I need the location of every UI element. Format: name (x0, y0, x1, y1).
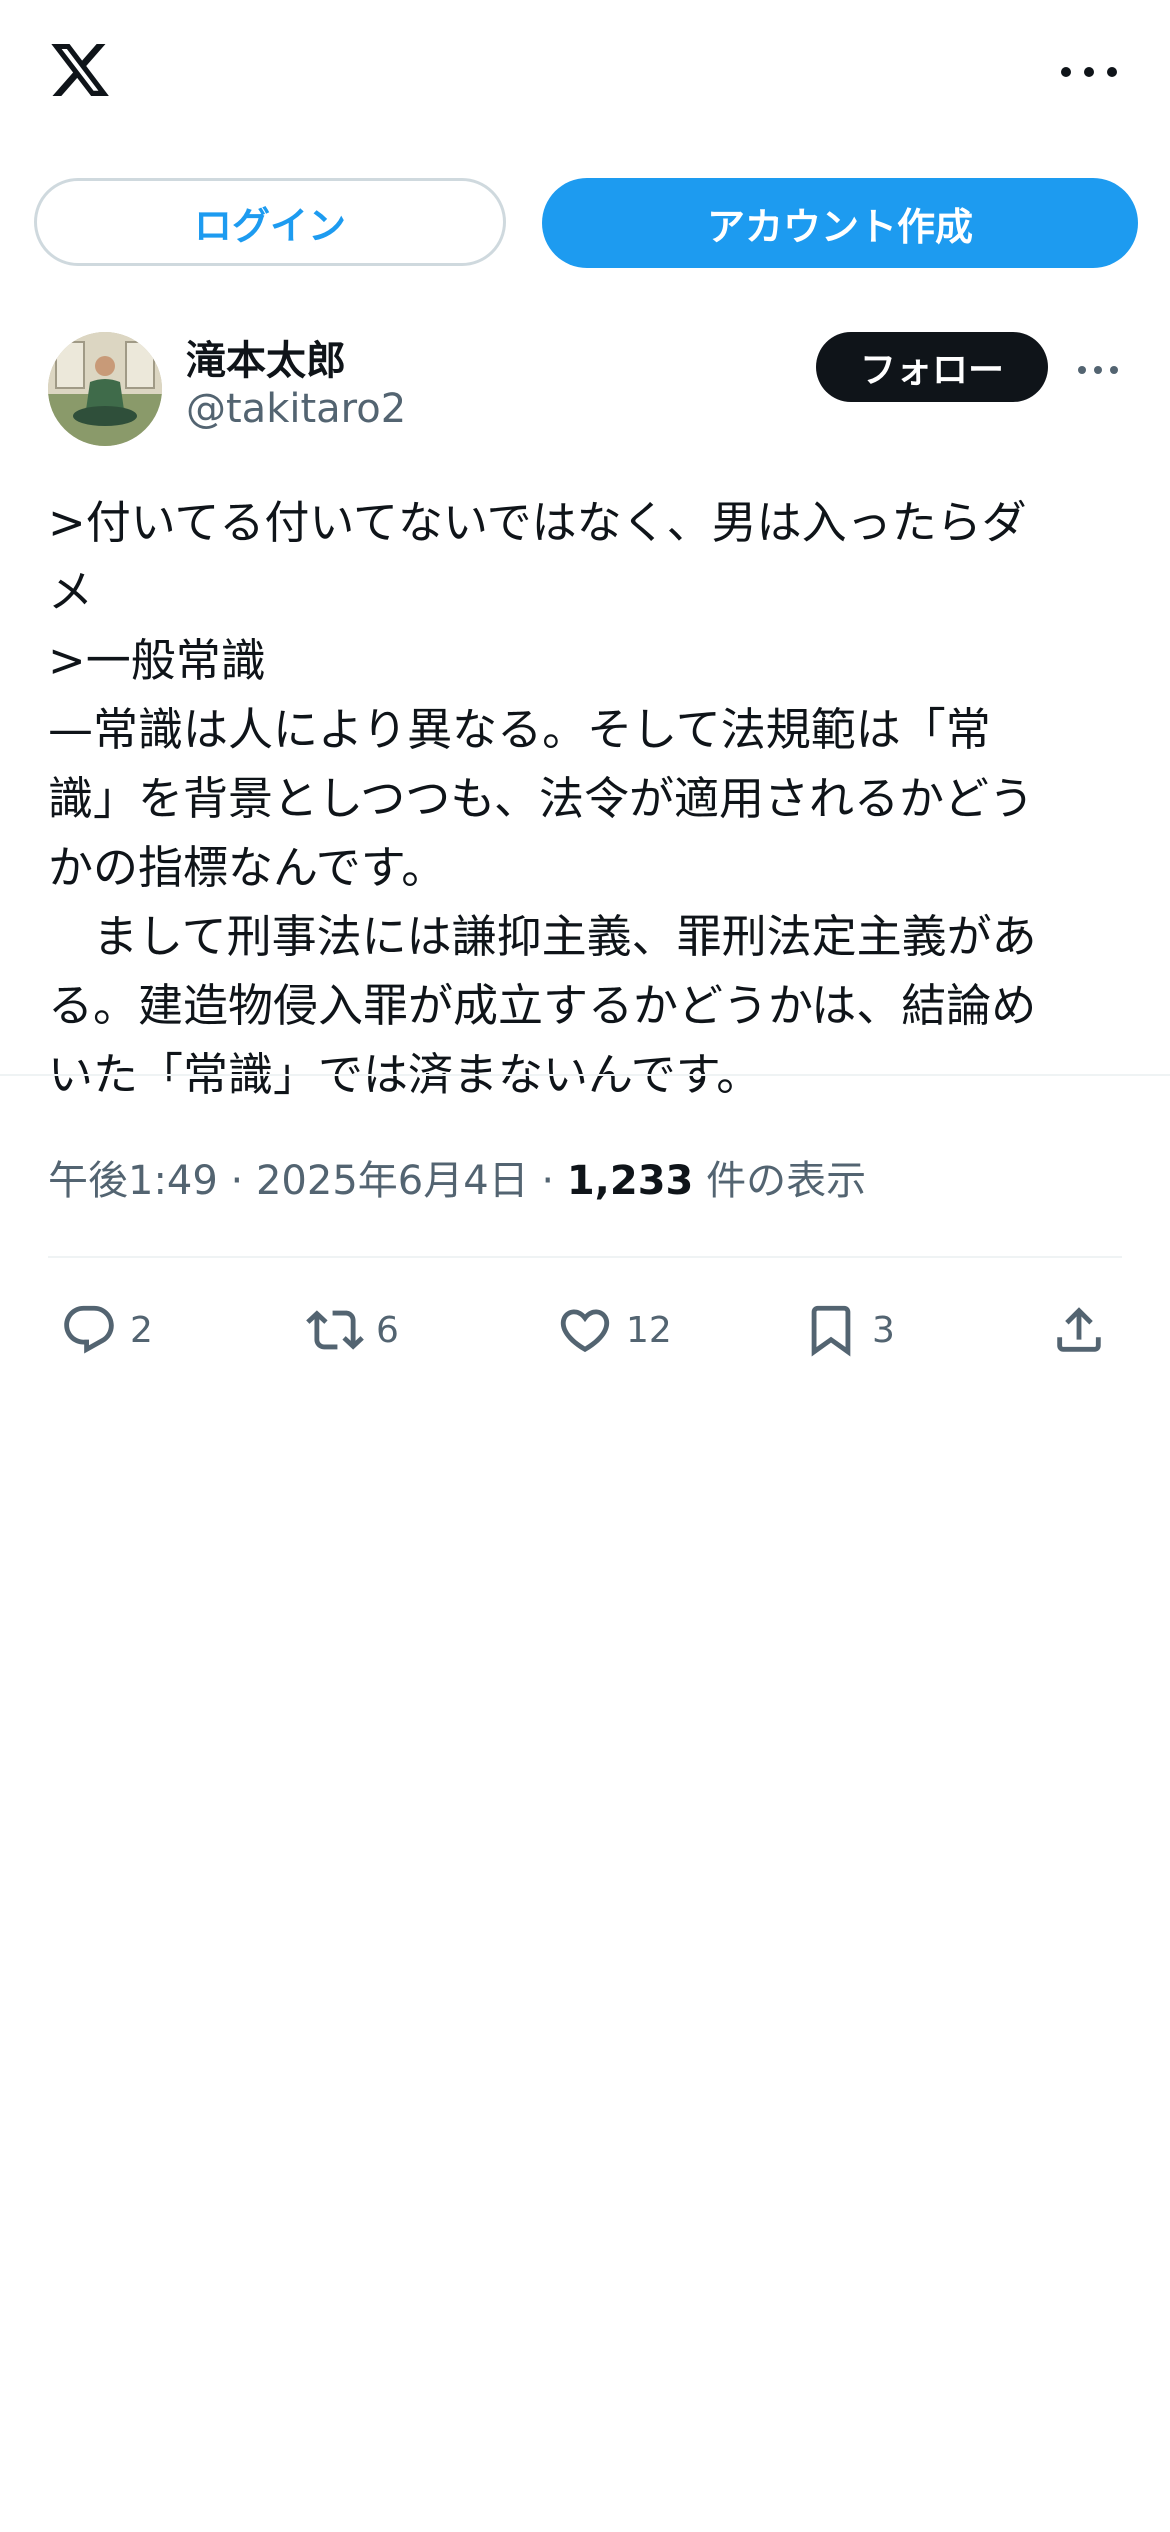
views-label: 件の表示 (706, 1158, 867, 1204)
meta-separator: · (230, 1158, 244, 1204)
divider (0, 1074, 1170, 1076)
like-button[interactable]: 12 (556, 1290, 672, 1370)
author-handle[interactable]: @takitaro2 (186, 386, 406, 432)
follow-button[interactable]: フォロー (816, 332, 1048, 402)
create-account-button[interactable]: アカウント作成 (542, 178, 1138, 268)
login-button[interactable]: ログイン (34, 178, 506, 266)
reply-count: 2 (130, 1309, 153, 1351)
divider (48, 1256, 1122, 1258)
reply-icon (64, 1305, 114, 1354)
avatar-photo (48, 332, 162, 446)
bookmark-icon (811, 1305, 851, 1357)
repost-count: 6 (376, 1309, 399, 1351)
repost-button[interactable]: 6 (306, 1290, 399, 1370)
reply-button[interactable]: 2 (60, 1290, 153, 1370)
bookmark-count: 3 (872, 1309, 895, 1351)
share-icon (1057, 1307, 1101, 1352)
post-actions: 2 6 12 3 (0, 1290, 1170, 1370)
more-horizontal-icon[interactable] (1076, 362, 1120, 378)
post-time[interactable]: 午後1:49 (48, 1158, 218, 1204)
views-count: 1,233 (566, 1158, 694, 1204)
top-bar (0, 0, 1170, 150)
auth-buttons: ログイン アカウント作成 (0, 178, 1170, 270)
post-meta: 午後1:49 · 2025年6月4日 · 1,233 件の表示 (48, 1148, 866, 1206)
more-horizontal-icon[interactable] (1054, 52, 1124, 92)
heart-icon (560, 1309, 610, 1353)
avatar[interactable] (48, 332, 162, 446)
like-count: 12 (626, 1309, 672, 1351)
share-button[interactable] (1050, 1290, 1108, 1370)
post-date[interactable]: 2025年6月4日 (256, 1158, 529, 1204)
meta-separator: · (541, 1158, 555, 1204)
author-display-name[interactable]: 滝本太郎 (186, 328, 346, 386)
post-text: >付いてる付いてないではなく、男は入ったらダ メ >一般常識 —常識は人により異… (48, 496, 1037, 1101)
repost-icon (306, 1310, 364, 1350)
x-logo-icon[interactable] (46, 38, 114, 102)
bookmark-button[interactable]: 3 (802, 1290, 895, 1370)
